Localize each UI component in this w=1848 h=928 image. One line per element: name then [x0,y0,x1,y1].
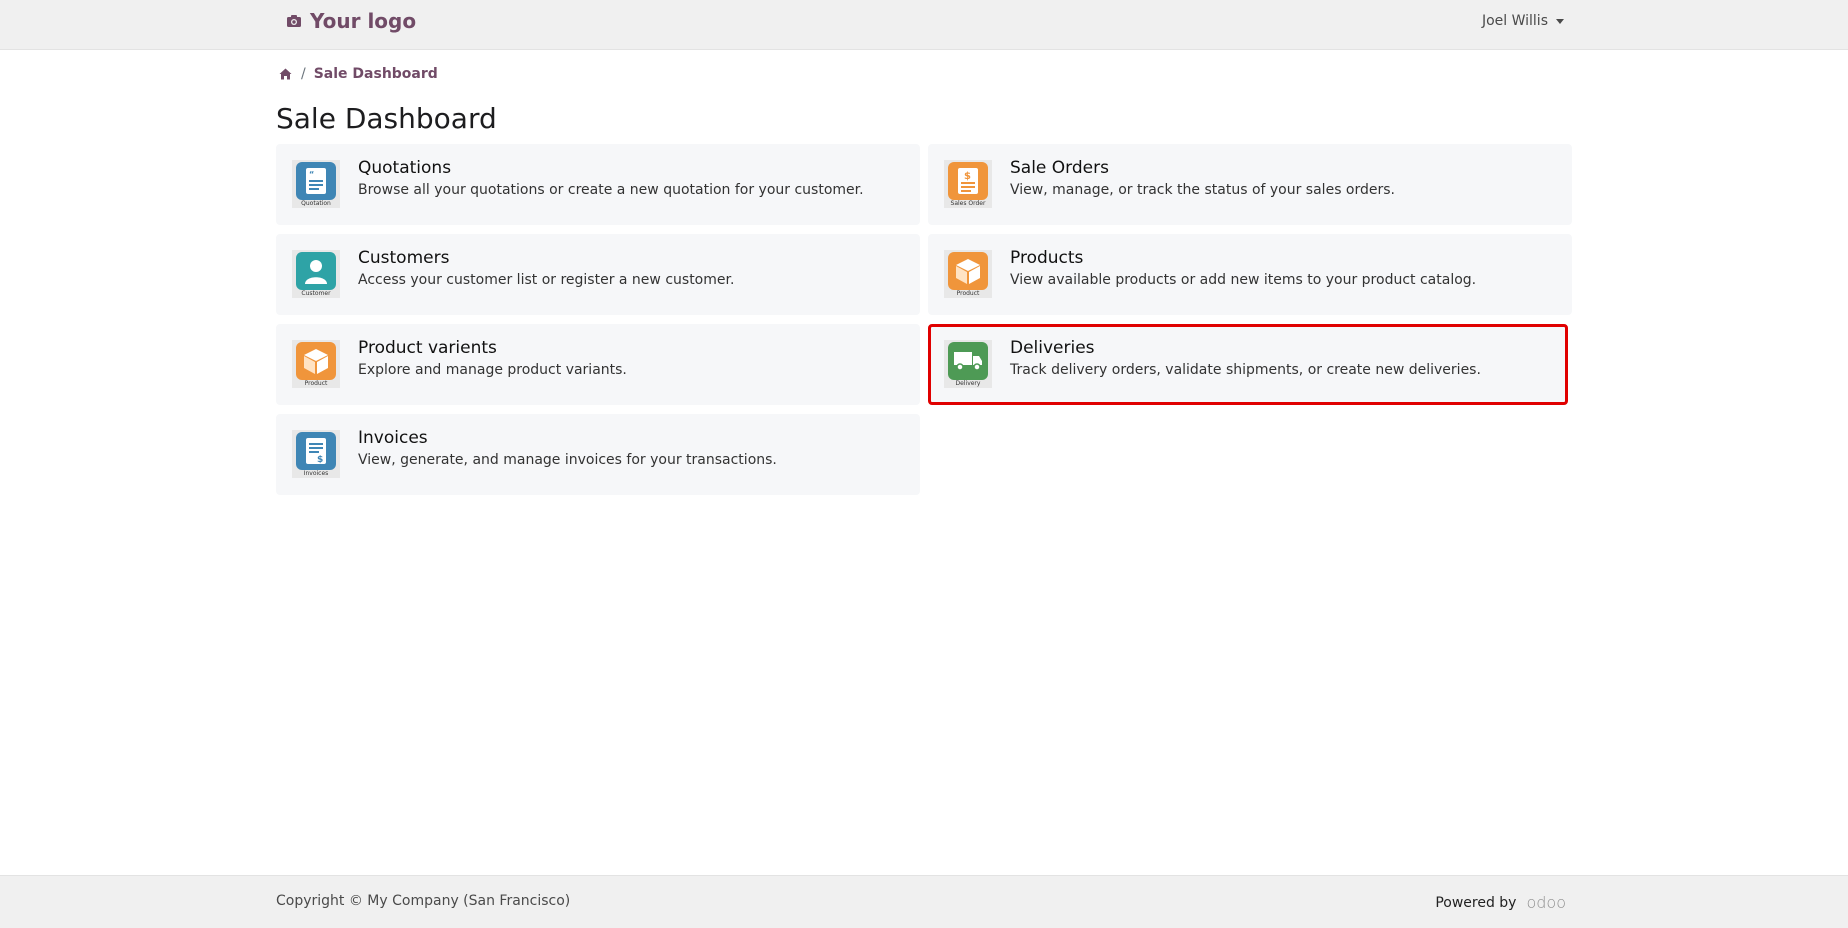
card-invoices[interactable]: $ Invoices Invoices View, generate, and … [276,414,920,495]
sale-order-icon: $ Sales Order [944,160,992,208]
card-quotations[interactable]: “ Quotation Quotations Browse all your q… [276,144,920,225]
delivery-truck-icon: Delivery [944,340,992,388]
logo-text: Your logo [310,9,417,33]
page-title: Sale Dashboard [276,102,497,135]
breadcrumb-separator: / [301,66,306,82]
invoice-icon: $ Invoices [292,430,340,478]
card-description: View, generate, and manage invoices for … [358,452,777,468]
caret-down-icon [1556,18,1564,24]
card-deliveries[interactable]: Delivery Deliveries Track delivery order… [928,324,1568,405]
card-customers[interactable]: Customer Customers Access your customer … [276,234,920,315]
card-title: Sale Orders [1010,158,1109,178]
powered-by: Powered by odoo [1435,893,1566,912]
card-title: Product varients [358,338,497,358]
odoo-logo[interactable]: odoo [1526,893,1566,912]
card-description: Explore and manage product variants. [358,362,627,378]
camera-icon [287,15,301,27]
card-products[interactable]: Product Products View available products… [928,234,1572,315]
powered-by-label: Powered by [1435,894,1517,911]
product-box-icon: Product [292,340,340,388]
user-name: Joel Willis [1481,13,1548,29]
footer: Copyright © My Company (San Francisco) P… [0,875,1848,928]
company-logo[interactable]: Your logo [286,9,416,33]
breadcrumb-current: Sale Dashboard [313,66,438,82]
card-description: View available products or add new items… [1010,272,1477,288]
copyright-text: Copyright © My Company (San Francisco) [276,893,571,909]
quotation-icon: “ Quotation [292,160,340,208]
breadcrumb: / Sale Dashboard [279,66,438,82]
card-title: Quotations [358,158,452,178]
svg-text:“: “ [309,170,314,179]
home-icon[interactable] [279,68,292,80]
top-navbar: Your logo Joel Willis [0,0,1848,50]
card-sale-orders[interactable]: $ Sales Order Sale Orders View, manage, … [928,144,1572,225]
customer-icon: Customer [292,250,340,298]
card-product-variants[interactable]: Product Product varients Explore and man… [276,324,920,405]
card-description: Browse all your quotations or create a n… [358,182,864,198]
card-description: Track delivery orders, validate shipment… [1010,362,1481,378]
svg-text:$: $ [317,455,323,465]
product-box-icon: Product [944,250,992,298]
card-description: Access your customer list or register a … [358,272,735,288]
card-title: Invoices [358,428,428,448]
card-title: Deliveries [1010,338,1095,358]
card-title: Customers [358,248,450,268]
card-title: Products [1010,248,1084,268]
user-menu-dropdown[interactable]: Joel Willis [1482,13,1564,29]
card-description: View, manage, or track the status of you… [1010,182,1396,198]
svg-text:$: $ [964,171,971,182]
